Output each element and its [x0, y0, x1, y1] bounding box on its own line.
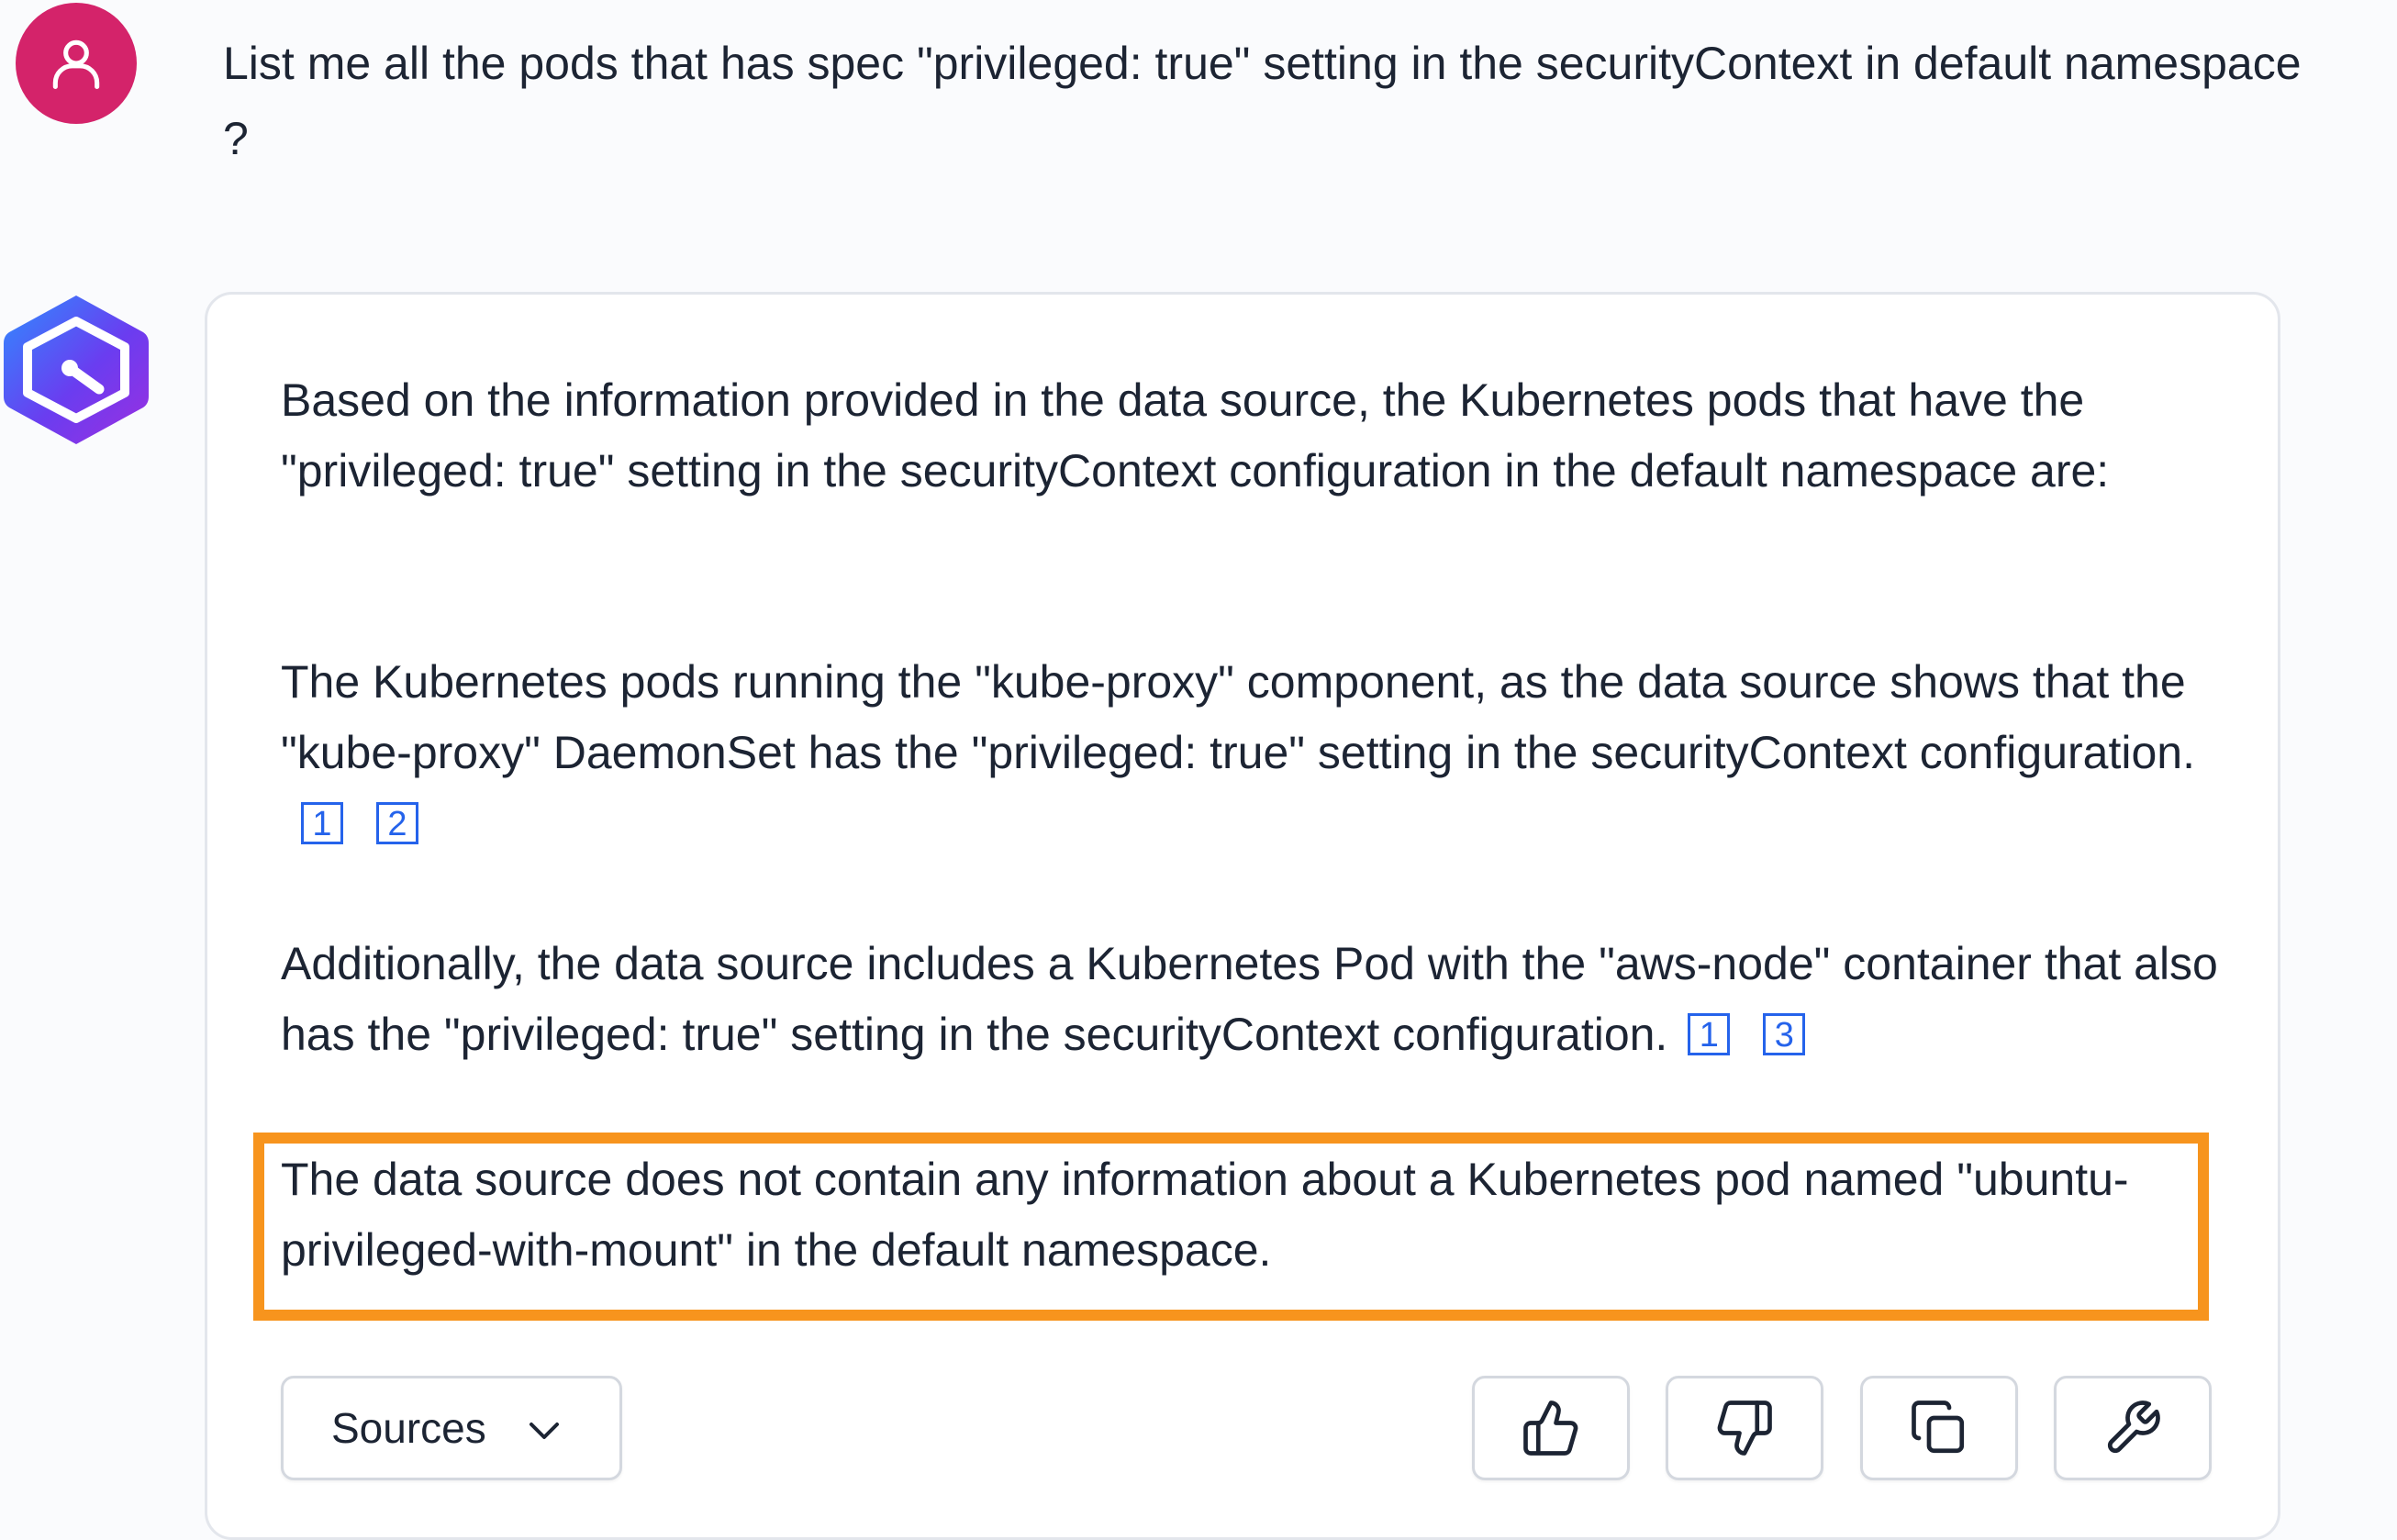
- user-icon: [52, 39, 100, 90]
- citation-link[interactable]: 1: [1688, 1013, 1731, 1055]
- hexagon-logo-icon: [4, 296, 149, 444]
- user-question: List me all the pods that has spec "priv…: [223, 38, 2302, 164]
- copy-button[interactable]: [1860, 1376, 2018, 1480]
- thumbs-up-icon: [1523, 1401, 1578, 1456]
- sources-dropdown-button[interactable]: Sources: [281, 1376, 622, 1480]
- user-message: List me all the pods that has spec "priv…: [0, 0, 2397, 275]
- wrench-button[interactable]: [2054, 1376, 2212, 1480]
- wrench-icon: [2107, 1401, 2160, 1454]
- answer-paragraph-not-found-text: The data source does not contain any inf…: [281, 1154, 2129, 1276]
- answer-paragraph-kube-proxy-text: The Kubernetes pods running the "kube-pr…: [281, 656, 2195, 778]
- answer-paragraph-aws-node: Additionally, the data source includes a…: [281, 929, 2254, 1070]
- answer-paragraph-kube-proxy: The Kubernetes pods running the "kube-pr…: [281, 647, 2254, 859]
- answer-paragraph-intro-text: Based on the information provided in the…: [281, 374, 2110, 497]
- thumbs-up-button[interactable]: [1472, 1376, 1630, 1480]
- user-avatar: [16, 3, 137, 124]
- sources-label: Sources: [331, 1404, 486, 1452]
- answer-paragraph-intro: Based on the information provided in the…: [281, 365, 2254, 507]
- assistant-answer-card: Based on the information provided in the…: [205, 292, 2280, 1540]
- citation-link[interactable]: 2: [376, 802, 418, 844]
- copy-icon: [1912, 1401, 1965, 1454]
- citation-link[interactable]: 1: [301, 802, 343, 844]
- answer-paragraph-aws-node-text: Additionally, the data source includes a…: [281, 938, 2218, 1060]
- thumbs-down-icon: [1717, 1401, 1772, 1456]
- citation-link[interactable]: 3: [1763, 1013, 1806, 1055]
- answer-paragraph-not-found: The data source does not contain any inf…: [281, 1144, 2254, 1286]
- chevron-down-icon: [530, 1423, 559, 1439]
- thumbs-down-button[interactable]: [1666, 1376, 1823, 1480]
